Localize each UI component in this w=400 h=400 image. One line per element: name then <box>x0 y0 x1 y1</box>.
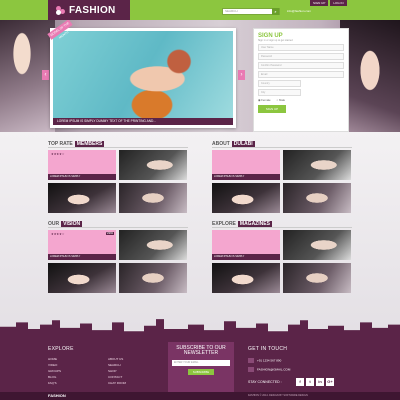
gender-selector: ◉ Female ○ Male <box>258 98 344 102</box>
city-field[interactable]: City <box>258 89 301 96</box>
footer-link-faqs[interactable]: FAQ'S <box>48 380 61 386</box>
vision-photo[interactable] <box>119 230 187 260</box>
twitter-icon[interactable]: t <box>306 378 314 386</box>
contact-email[interactable]: FASHION@GMAIL.COM <box>248 367 290 372</box>
hero-section: ‹ › LOREM IPSUM IS SIMPLY DUMMY TEXT OF … <box>0 20 400 132</box>
newsletter-title: SUBSCRIBE TO OUR NEWSLETTER <box>176 345 226 356</box>
member-photo[interactable] <box>119 150 187 180</box>
panel-title: ABOUT DULABI <box>212 140 352 148</box>
footer-link-chat[interactable]: CHAT ROOM <box>108 380 126 386</box>
explore-links-col1: HOME VIDEO GROUPS BLOG FAQ'S <box>48 356 61 386</box>
header-email: info@fashion.com <box>287 9 312 13</box>
email-field[interactable]: Email <box>258 71 344 78</box>
stay-connected-label: STAY CONNECTED : <box>248 380 282 384</box>
rating-stars-icon: ★★★★☆ <box>51 232 65 236</box>
member-card[interactable]: ★★★★☆ LOREM IPSUM IS SIMPLY <box>48 150 116 180</box>
panel-title: TOP RATE MEMBERS <box>48 140 188 148</box>
country-field[interactable]: Country <box>258 80 301 87</box>
password-field[interactable]: Password <box>258 53 344 60</box>
phone-icon <box>248 358 254 363</box>
member-photo[interactable] <box>48 183 116 213</box>
top-bar: FASHION SEARCH ⌕ info@fashion.com SIGN U… <box>0 0 400 20</box>
hero-right-model-image <box>340 20 400 132</box>
footer-logo[interactable]: FASHION <box>48 393 66 398</box>
signup-link[interactable]: SIGN UP <box>310 0 329 6</box>
account-links: SIGN UP LOG IN <box>310 0 347 6</box>
signup-button[interactable]: SIGN UP <box>258 105 286 113</box>
linkedin-icon[interactable]: in <box>316 378 324 386</box>
signup-subtitle: Sign in or sign up to get started <box>258 39 293 42</box>
logo[interactable]: FASHION <box>48 0 130 20</box>
contact-phone: +91 1234 567 890 <box>248 358 281 363</box>
magazine-photo[interactable] <box>212 263 280 293</box>
newsletter-email-input[interactable]: ENTER YOUR EMAIL <box>172 360 230 366</box>
panel-explore-magazines: EXPLORE MAGAZINES LOREM IPSUM IS SIMPLY <box>212 220 352 293</box>
about-card[interactable]: LOREM IPSUM IS SIMPLY <box>212 150 280 180</box>
magazine-photo[interactable] <box>283 263 351 293</box>
panel-title: OUR VISION <box>48 220 188 228</box>
facebook-icon[interactable]: f <box>296 378 304 386</box>
vision-photo[interactable] <box>48 263 116 293</box>
panel-about-dulabi: ABOUT DULABI LOREM IPSUM IS SIMPLY <box>212 140 352 213</box>
bottom-bar: FASHION FASHION © 2014. DESIGN BY SOFTWA… <box>0 392 400 400</box>
panel-top-rate-members: TOP RATE MEMBERS ★★★★☆ LOREM IPSUM IS SI… <box>48 140 188 213</box>
featured-model-image <box>53 31 233 118</box>
explore-links-col2: ABOUT US SEARCH SHOP CONTACT CHAT ROOM <box>108 356 126 386</box>
copyright-text: FASHION © 2014. DESIGN BY SOFTWARE DESIG… <box>248 394 308 397</box>
panel-title: EXPLORE MAGAZINES <box>212 220 352 228</box>
magazine-card[interactable]: LOREM IPSUM IS SIMPLY <box>212 230 280 260</box>
slider-next-arrow-icon[interactable]: › <box>238 70 245 80</box>
content-section: TOP RATE MEMBERS ★★★★☆ LOREM IPSUM IS SI… <box>0 132 400 330</box>
login-link[interactable]: LOG IN <box>330 0 347 6</box>
about-photo[interactable] <box>283 150 351 180</box>
footer: EXPLORE HOME VIDEO GROUPS BLOG FAQ'S ABO… <box>0 340 400 392</box>
gender-female-radio[interactable]: ◉ Female <box>258 98 271 102</box>
slider-prev-arrow-icon[interactable]: ‹ <box>42 70 49 80</box>
contact-heading: GET IN TOUCH <box>248 346 288 352</box>
search-icon[interactable]: ⌕ <box>272 8 279 15</box>
subscribe-button[interactable]: SUBSCRIBE <box>188 369 214 375</box>
username-field[interactable]: User Name <box>258 44 344 51</box>
mail-icon <box>248 367 254 372</box>
slide-caption: LOREM IPSUM IS SIMPLY DUMMY TEXT OF THE … <box>53 118 233 125</box>
panel-our-vision: OUR VISION ★★★★☆ VIEW LOREM IPSUM IS SIM… <box>48 220 188 293</box>
member-photo[interactable] <box>119 183 187 213</box>
featured-slide[interactable]: LOREM IPSUM IS SIMPLY DUMMY TEXT OF THE … <box>50 28 236 128</box>
logo-flower-icon <box>56 5 66 15</box>
logo-text: FASHION <box>69 4 116 16</box>
signup-form: SIGN UP Sign in or sign up to get starte… <box>253 28 349 132</box>
about-photo[interactable] <box>283 183 351 213</box>
gender-male-radio[interactable]: ○ Male <box>277 98 286 102</box>
view-button[interactable]: VIEW <box>105 232 114 235</box>
vision-photo[interactable] <box>119 263 187 293</box>
social-links: f t in G+ <box>296 378 334 386</box>
magazine-photo[interactable] <box>283 230 351 260</box>
about-photo[interactable] <box>212 183 280 213</box>
vision-card[interactable]: ★★★★☆ VIEW LOREM IPSUM IS SIMPLY <box>48 230 116 260</box>
explore-heading: EXPLORE <box>48 346 74 352</box>
newsletter-box: SUBSCRIBE TO OUR NEWSLETTER ENTER YOUR E… <box>168 342 234 392</box>
googleplus-icon[interactable]: G+ <box>326 378 334 386</box>
rating-stars-icon: ★★★★☆ <box>51 152 65 156</box>
confirm-password-field[interactable]: Confirm Password <box>258 62 344 69</box>
